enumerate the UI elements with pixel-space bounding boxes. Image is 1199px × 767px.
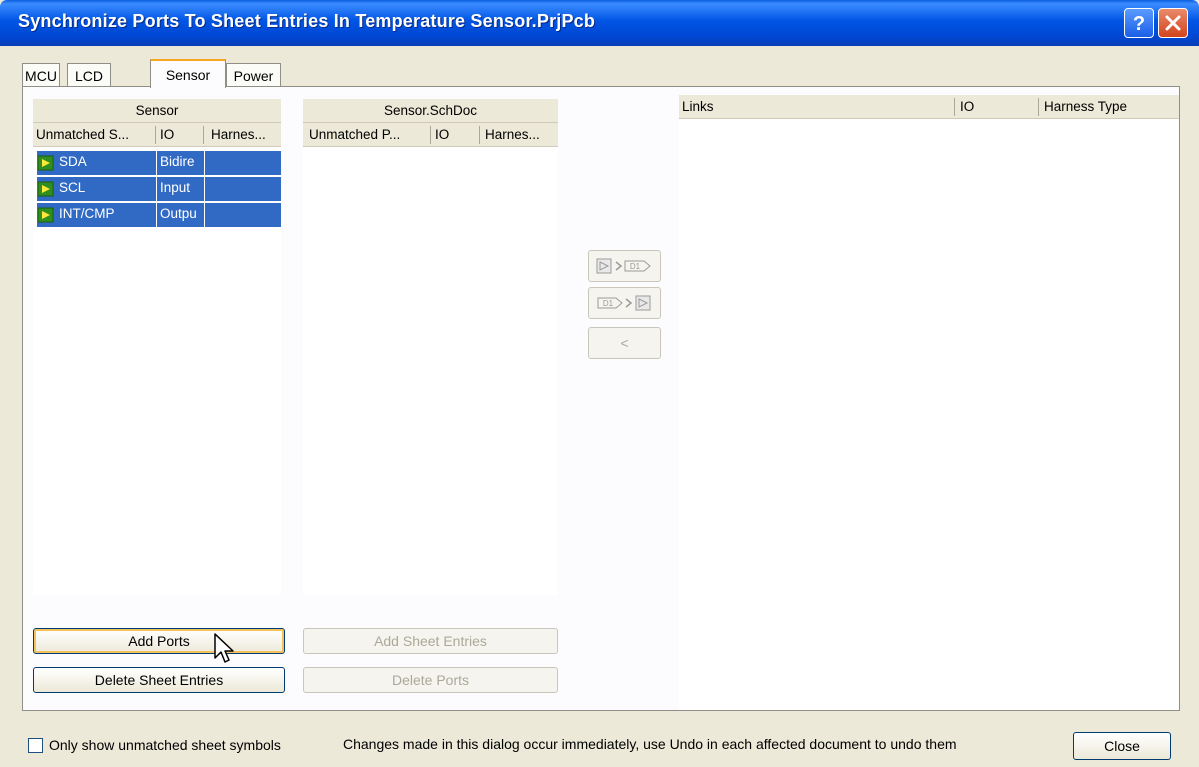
column-header-harness-type[interactable]: Harness Type bbox=[1044, 99, 1174, 114]
port-row[interactable]: SCL Input bbox=[37, 177, 281, 201]
port-io: Bidire bbox=[160, 154, 195, 169]
delete-sheet-entries-button[interactable]: Delete Sheet Entries bbox=[33, 667, 285, 693]
grid-group-title: Sensor bbox=[135, 103, 179, 118]
tab-lcd[interactable]: LCD bbox=[67, 63, 111, 87]
grid-column-headers: Unmatched P... IO Harnes... bbox=[303, 123, 558, 147]
column-header-links[interactable]: Links bbox=[682, 99, 952, 114]
sensor-ports-grid[interactable]: Sensor Unmatched S... IO Harnes... SDA B… bbox=[33, 99, 281, 595]
grid-group-header: Sensor bbox=[33, 99, 281, 123]
column-header-unmatched[interactable]: Unmatched S... bbox=[36, 127, 154, 142]
grid-group-title: Sensor.SchDoc bbox=[383, 103, 478, 118]
close-icon bbox=[1165, 15, 1181, 31]
help-icon: ? bbox=[1133, 13, 1145, 33]
tab-power[interactable]: Power bbox=[226, 63, 281, 87]
links-grid[interactable]: Links IO Harness Type bbox=[679, 95, 1179, 710]
port-icon bbox=[38, 207, 54, 223]
add-ports-button[interactable]: Add Ports bbox=[33, 628, 285, 654]
grid-group-header: Sensor.SchDoc bbox=[303, 99, 558, 123]
remove-link-button[interactable]: < bbox=[588, 327, 661, 359]
port-name: SCL bbox=[59, 180, 86, 195]
schdoc-entries-grid[interactable]: Sensor.SchDoc Unmatched P... IO Harnes..… bbox=[303, 99, 558, 595]
port-name: INT/CMP bbox=[59, 206, 115, 221]
svg-text:D1: D1 bbox=[602, 299, 613, 308]
port-icon bbox=[38, 155, 54, 171]
delete-ports-button[interactable]: Delete Ports bbox=[303, 667, 558, 693]
port-to-entry-icon: D1 bbox=[596, 258, 651, 274]
column-header-io[interactable]: IO bbox=[435, 127, 475, 142]
links-column-headers: Links IO Harness Type bbox=[679, 95, 1179, 119]
svg-text:D1: D1 bbox=[629, 262, 640, 271]
tab-mcu[interactable]: MCU bbox=[22, 63, 60, 87]
column-header-unmatched[interactable]: Unmatched P... bbox=[309, 127, 427, 142]
close-window-button[interactable] bbox=[1158, 8, 1188, 38]
port-icon bbox=[38, 181, 54, 197]
port-row[interactable]: INT/CMP Outpu bbox=[37, 203, 281, 227]
port-name: SDA bbox=[59, 154, 87, 169]
tab-sensor[interactable]: Sensor bbox=[150, 59, 226, 88]
port-row[interactable]: SDA Bidire bbox=[37, 151, 281, 175]
port-io: Input bbox=[160, 180, 191, 195]
column-header-io[interactable]: IO bbox=[160, 127, 200, 142]
column-header-harness[interactable]: Harnes... bbox=[485, 127, 555, 142]
close-button[interactable]: Close bbox=[1073, 732, 1171, 760]
checkbox-label[interactable]: Only show unmatched sheet symbols bbox=[49, 737, 281, 753]
svg-text:?: ? bbox=[1133, 13, 1145, 33]
mouse-pointer-icon bbox=[214, 633, 234, 663]
add-sheet-entries-button[interactable]: Add Sheet Entries bbox=[303, 628, 558, 654]
port-to-entry-button[interactable]: D1 bbox=[588, 250, 661, 282]
synchronize-dialog: Synchronize Ports To Sheet Entries In Te… bbox=[0, 0, 1199, 767]
undo-note: Changes made in this dialog occur immedi… bbox=[343, 736, 957, 752]
grid-column-headers: Unmatched S... IO Harnes... bbox=[33, 123, 281, 147]
entry-to-port-button[interactable]: D1 bbox=[588, 287, 661, 319]
title-bar[interactable]: Synchronize Ports To Sheet Entries In Te… bbox=[0, 0, 1199, 46]
dialog-title: Synchronize Ports To Sheet Entries In Te… bbox=[18, 11, 596, 31]
tab-panel: Sensor Unmatched S... IO Harnes... SDA B… bbox=[22, 86, 1180, 711]
entry-to-port-icon: D1 bbox=[597, 295, 650, 311]
help-button[interactable]: ? bbox=[1124, 8, 1154, 38]
unmatched-only-checkbox[interactable] bbox=[28, 738, 43, 753]
column-header-io[interactable]: IO bbox=[960, 99, 1040, 114]
column-header-harness[interactable]: Harnes... bbox=[211, 127, 279, 142]
port-io: Outpu bbox=[160, 206, 197, 221]
